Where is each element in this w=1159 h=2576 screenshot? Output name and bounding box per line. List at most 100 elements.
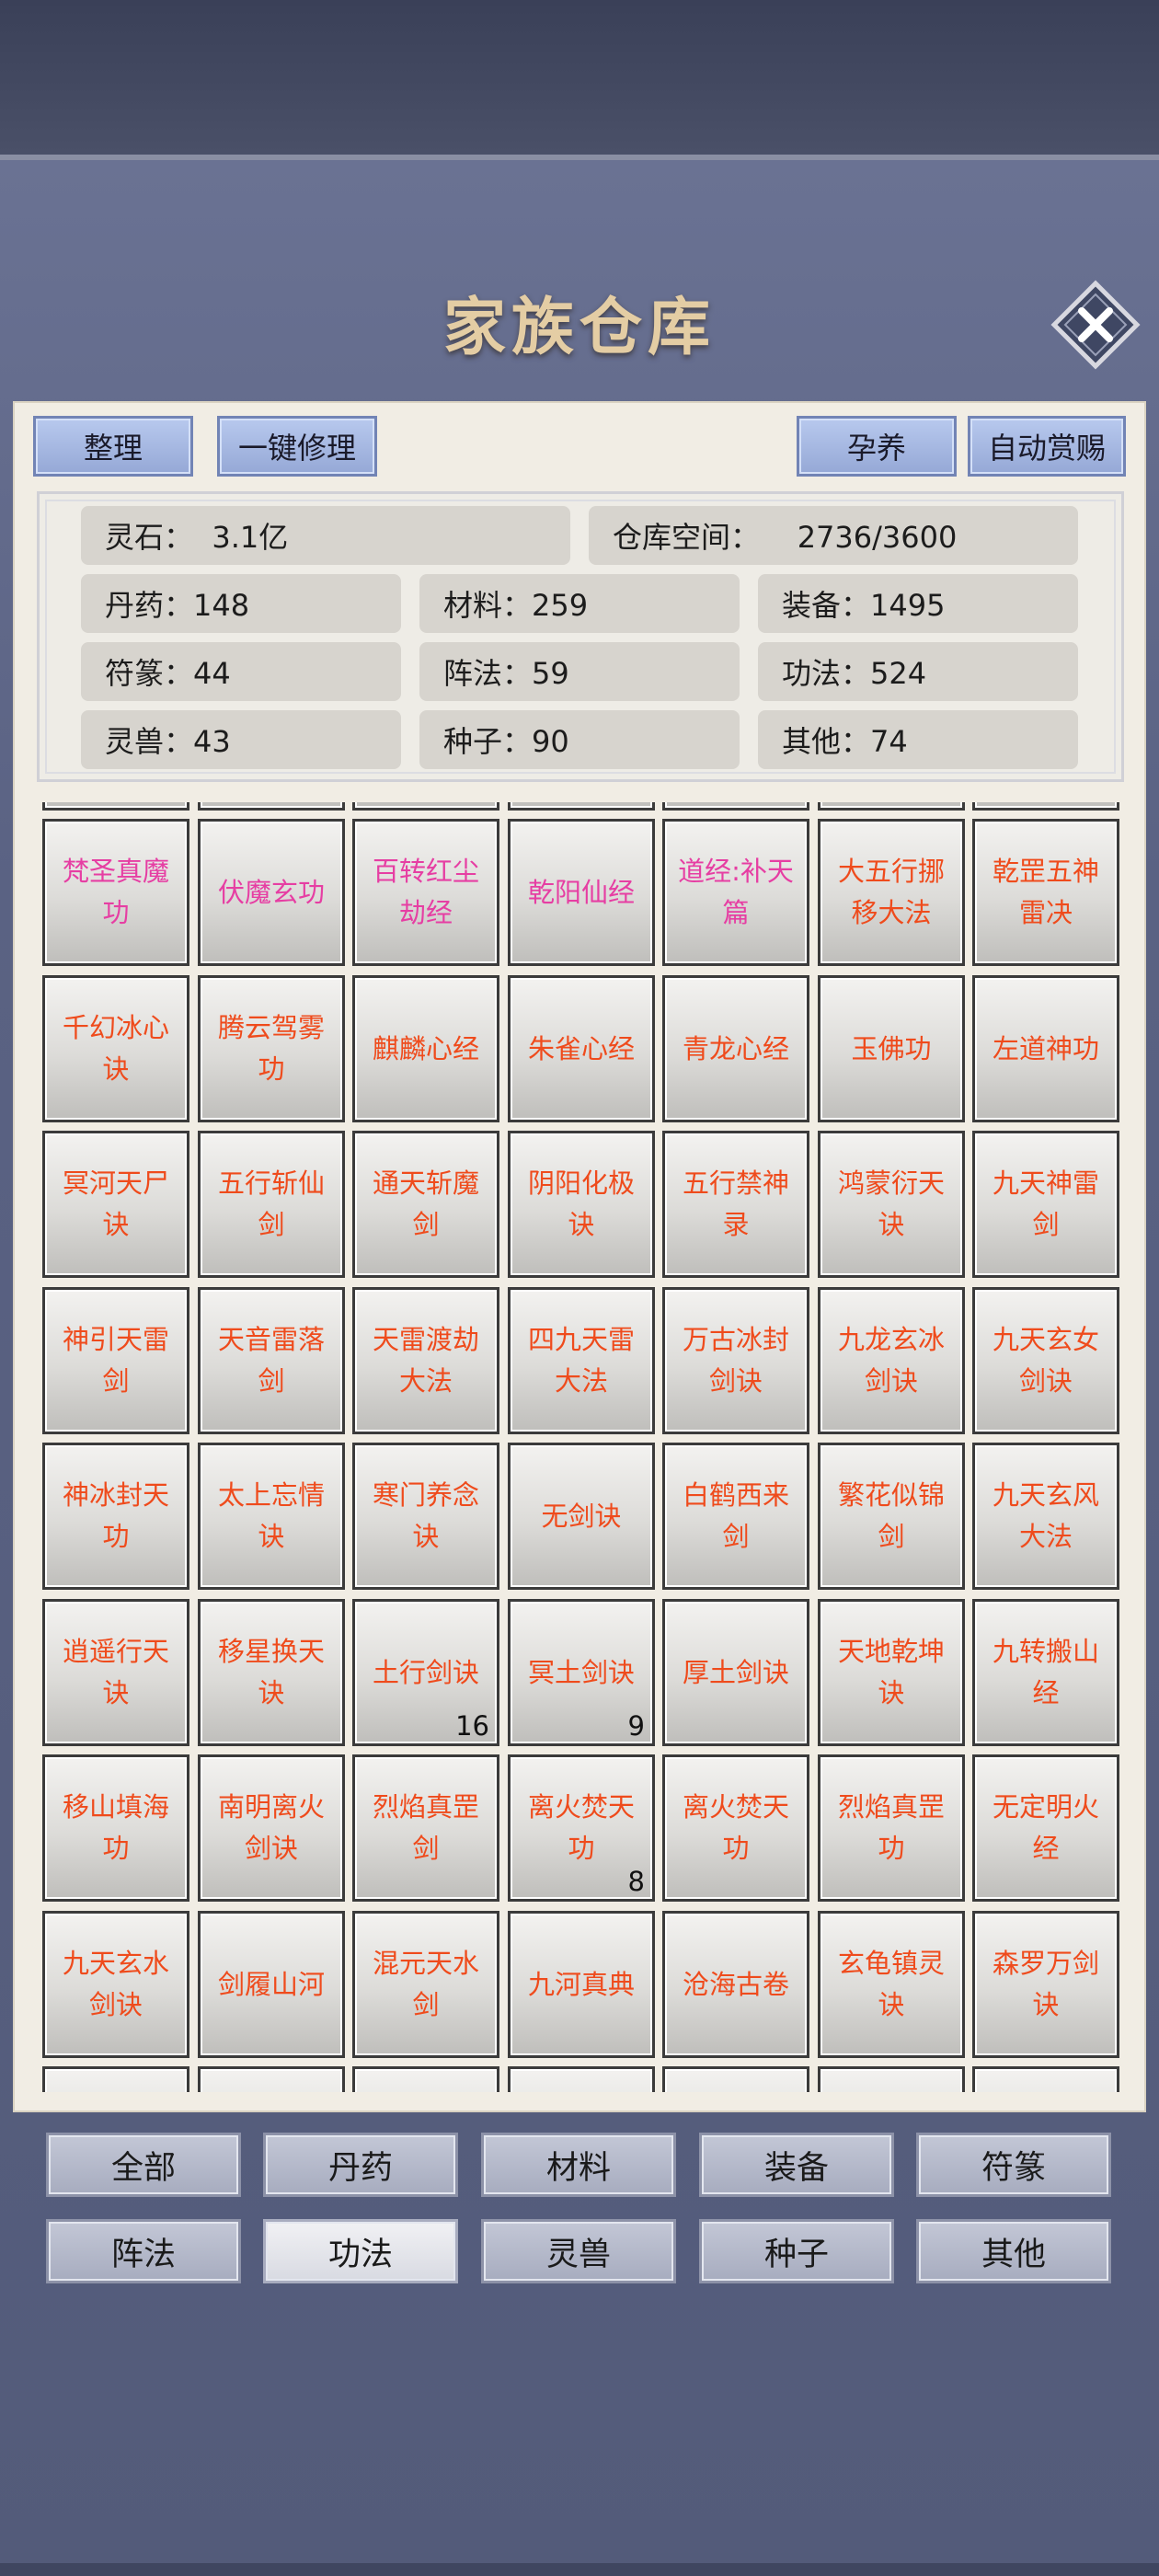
- beasts-stat: 灵兽：43: [81, 710, 401, 769]
- item-slot[interactable]: 千幻冰心诀: [42, 975, 189, 1122]
- item-slot[interactable]: 阴阳化极诀: [508, 1131, 655, 1278]
- item-slot[interactable]: 玄龟镇灵诀: [818, 1911, 965, 2058]
- item-slot[interactable]: 四九天雷大法: [508, 1287, 655, 1434]
- item-name: 繁花似锦剑: [837, 1479, 945, 1552]
- category-tab[interactable]: 功法: [263, 2219, 458, 2283]
- sort-button[interactable]: 整理: [33, 416, 193, 477]
- item-slot[interactable]: 梵圣真魔功: [42, 819, 189, 966]
- item-slot[interactable]: 五行斩仙剑: [198, 1131, 345, 1278]
- item-slot-partial[interactable]: [662, 802, 809, 811]
- item-slot[interactable]: 繁花似锦剑: [818, 1443, 965, 1590]
- item-slot[interactable]: 九天玄水剑诀: [42, 1911, 189, 2058]
- category-tab[interactable]: 装备: [699, 2133, 894, 2197]
- category-tab[interactable]: 丹药: [263, 2133, 458, 2197]
- item-slot-partial[interactable]: [972, 2066, 1119, 2092]
- item-slot[interactable]: 九天玄风大法: [972, 1443, 1119, 1590]
- item-slot[interactable]: 神冰封天功: [42, 1443, 189, 1590]
- item-slot[interactable]: 通天斩魔剑: [352, 1131, 499, 1278]
- category-tab[interactable]: 全部: [46, 2133, 241, 2197]
- item-slot[interactable]: 万古冰封剑诀: [662, 1287, 809, 1434]
- item-name: 天音雷落剑: [217, 1324, 325, 1397]
- item-slot-partial[interactable]: [972, 802, 1119, 811]
- item-slot[interactable]: 厚土剑诀: [662, 1599, 809, 1746]
- item-slot[interactable]: 神引天雷剑: [42, 1287, 189, 1434]
- item-slot[interactable]: 寒门养念诀: [352, 1443, 499, 1590]
- item-slot[interactable]: 大五行挪移大法: [818, 819, 965, 966]
- category-tab[interactable]: 符篆: [916, 2133, 1111, 2197]
- item-slot[interactable]: 太上忘情诀: [198, 1443, 345, 1590]
- item-slot[interactable]: 烈焰真罡功: [818, 1754, 965, 1902]
- category-tab[interactable]: 灵兽: [481, 2219, 676, 2283]
- item-slot-partial[interactable]: [42, 802, 189, 811]
- item-slot[interactable]: 玉佛功: [818, 975, 965, 1122]
- category-tab[interactable]: 材料: [481, 2133, 676, 2197]
- item-slot[interactable]: 朱雀心经: [508, 975, 655, 1122]
- item-slot[interactable]: 离火焚天功: [662, 1754, 809, 1902]
- item-slot[interactable]: 青龙心经: [662, 975, 809, 1122]
- item-slot[interactable]: 逍遥行天诀: [42, 1599, 189, 1746]
- item-slot[interactable]: 麒麟心经: [352, 975, 499, 1122]
- item-slot[interactable]: 天地乾坤诀: [818, 1599, 965, 1746]
- item-slot[interactable]: 九龙玄冰剑诀: [818, 1287, 965, 1434]
- item-name: 离火焚天功: [527, 1791, 635, 1864]
- item-slot[interactable]: 道经:补天篇: [662, 819, 809, 966]
- item-name: 千幻冰心诀: [62, 1012, 169, 1085]
- item-slot[interactable]: 左道神功: [972, 975, 1119, 1122]
- category-tab[interactable]: 种子: [699, 2219, 894, 2283]
- item-name: 腾云驾雾功: [217, 1012, 325, 1085]
- talismans-stat: 符篆：44: [81, 642, 401, 701]
- item-slot[interactable]: 白鹤西来剑: [662, 1443, 809, 1590]
- item-slot[interactable]: 天音雷落剑: [198, 1287, 345, 1434]
- item-slot[interactable]: 乾阳仙经: [508, 819, 655, 966]
- repair-all-button[interactable]: 一键修理: [217, 416, 377, 477]
- storage-space-stat: 仓库空间： 2736/3600: [589, 506, 1078, 565]
- item-slot[interactable]: 鸿蒙衍天诀: [818, 1131, 965, 1278]
- item-slot[interactable]: 伏魔玄功: [198, 819, 345, 966]
- item-slot[interactable]: 剑履山河: [198, 1911, 345, 2058]
- item-slot[interactable]: 五行禁神录: [662, 1131, 809, 1278]
- item-slot[interactable]: 九河真典: [508, 1911, 655, 2058]
- item-slot[interactable]: 冥河天尸诀: [42, 1131, 189, 1278]
- item-slot-partial[interactable]: [198, 2066, 345, 2092]
- item-slot[interactable]: 移山填海功: [42, 1754, 189, 1902]
- category-tab[interactable]: 其他: [916, 2219, 1111, 2283]
- auto-reward-button[interactable]: 自动赏赐: [968, 416, 1126, 477]
- item-grid[interactable]: 梵圣真魔功 伏魔玄功 百转红尘劫经 乾阳仙经 道经:补天篇 大五行挪移大法 乾罡五神雷决千幻…: [37, 802, 1124, 2092]
- item-name: 无剑诀: [541, 1500, 622, 1532]
- item-slot[interactable]: 百转红尘劫经: [352, 819, 499, 966]
- item-slot-partial[interactable]: [352, 802, 499, 811]
- close-button[interactable]: [1050, 280, 1141, 370]
- item-slot[interactable]: 混元天水剑: [352, 1911, 499, 2058]
- item-slot[interactable]: 无定明火经: [972, 1754, 1119, 1902]
- item-slot[interactable]: 九转搬山经: [972, 1599, 1119, 1746]
- breed-button[interactable]: 孕养: [797, 416, 957, 477]
- item-slot[interactable]: 土行剑诀 16: [352, 1599, 499, 1746]
- item-slot[interactable]: 烈焰真罡剑: [352, 1754, 499, 1902]
- item-slot[interactable]: 腾云驾雾功: [198, 975, 345, 1122]
- item-slot[interactable]: 无剑诀: [508, 1443, 655, 1590]
- item-slot-partial[interactable]: [42, 2066, 189, 2092]
- item-slot[interactable]: 乾罡五神雷决: [972, 819, 1119, 966]
- item-name: 乾罡五神雷决: [992, 856, 1099, 928]
- item-slot-partial[interactable]: [818, 2066, 965, 2092]
- item-name: 剑履山河: [217, 1968, 325, 2000]
- item-slot[interactable]: 森罗万剑诀: [972, 1911, 1119, 2058]
- item-slot[interactable]: 离火焚天功 8: [508, 1754, 655, 1902]
- item-slot[interactable]: 九天神雷剑: [972, 1131, 1119, 1278]
- item-slot[interactable]: 九天玄女剑诀: [972, 1287, 1119, 1434]
- item-slot[interactable]: 沧海古卷: [662, 1911, 809, 2058]
- item-slot-partial[interactable]: [508, 2066, 655, 2092]
- item-slot[interactable]: 天雷渡劫大法: [352, 1287, 499, 1434]
- item-name: 土行剑诀: [372, 1656, 479, 1688]
- item-slot-partial[interactable]: [198, 802, 345, 811]
- item-slot-partial[interactable]: [662, 2066, 809, 2092]
- item-slot[interactable]: 移星换天诀: [198, 1599, 345, 1746]
- item-slot-partial[interactable]: [818, 802, 965, 811]
- techniques-stat: 功法：524: [758, 642, 1078, 701]
- item-slot-partial[interactable]: [352, 2066, 499, 2092]
- item-slot[interactable]: 南明离火剑诀: [198, 1754, 345, 1902]
- category-tab[interactable]: 阵法: [46, 2219, 241, 2283]
- close-icon: [1050, 280, 1141, 370]
- item-slot[interactable]: 冥土剑诀 9: [508, 1599, 655, 1746]
- item-slot-partial[interactable]: [508, 802, 655, 811]
